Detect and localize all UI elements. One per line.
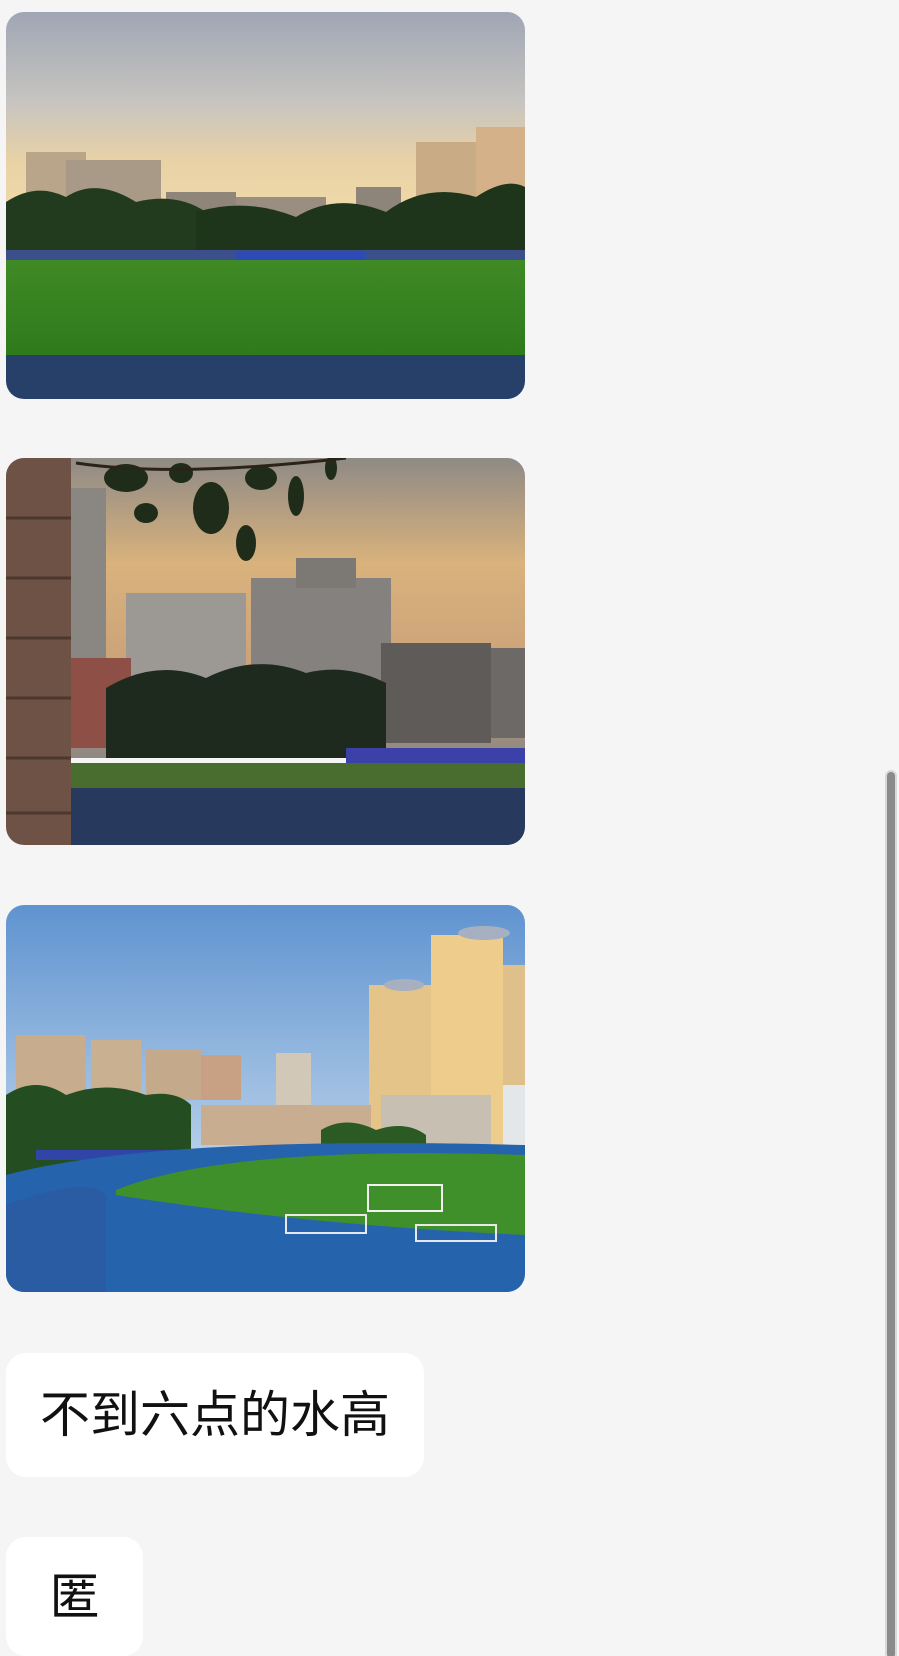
text-message-bubble[interactable]: 不到六点的水高 — [6, 1353, 424, 1477]
image-message-stadium-daytime[interactable] — [6, 905, 525, 1292]
photo-sunset-buildings — [6, 458, 525, 845]
image-message-field-evening[interactable] — [6, 12, 525, 399]
photo-stadium-daytime — [6, 905, 525, 1292]
scrollbar-thumb[interactable] — [885, 770, 897, 1656]
message-text: 匿 — [49, 1567, 100, 1626]
image-message-sunset-buildings[interactable] — [6, 458, 525, 845]
text-message-bubble[interactable]: 匿 — [6, 1537, 143, 1656]
message-text: 不到六点的水高 — [40, 1386, 390, 1444]
chat-conversation: 不到六点的水高 匿 — [0, 0, 899, 1656]
scrollbar[interactable] — [880, 770, 897, 1656]
photo-field-evening — [6, 12, 525, 399]
